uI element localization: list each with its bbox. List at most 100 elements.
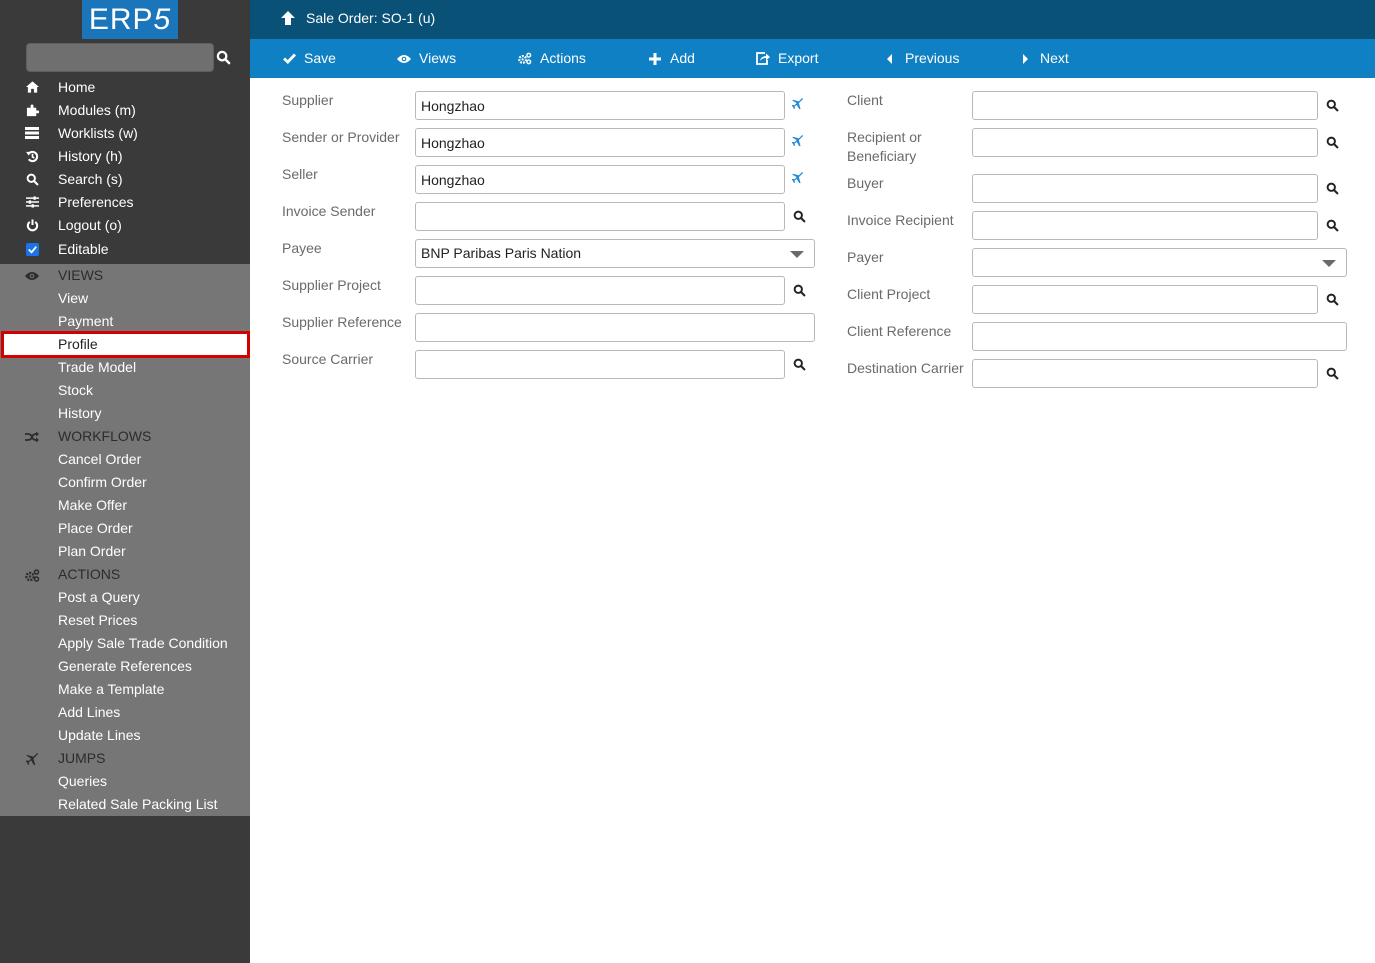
recipient-input[interactable] (972, 128, 1318, 157)
buyer-input[interactable] (972, 174, 1318, 203)
view-label: Stock (58, 382, 94, 398)
recipient-label-line1: Recipient or (847, 129, 922, 145)
client-project-input[interactable] (972, 285, 1318, 314)
previous-button[interactable]: Previous (883, 39, 959, 78)
search-icon[interactable] (792, 283, 806, 297)
sidebar-item-worklists[interactable]: Worklists (w) (0, 122, 250, 145)
sidebar-search-input[interactable] (26, 43, 214, 72)
client-project-label: Client Project (847, 286, 931, 302)
page-title[interactable]: Sale Order: SO-1 (u) (306, 0, 435, 37)
next-label: Next (1040, 50, 1069, 66)
sidebar-item-editable[interactable]: Editable (0, 238, 250, 261)
export-button[interactable]: Export (756, 39, 818, 78)
supplier-input[interactable] (415, 91, 785, 120)
sidebar-item-label: Modules (m) (58, 102, 136, 118)
sidebar-item-history[interactable]: History (h) (0, 145, 250, 168)
logo-text: ERP (88, 3, 154, 36)
payer-label: Payer (847, 249, 884, 265)
action-label: Update Lines (58, 727, 141, 743)
action-item[interactable]: Post a Query (0, 586, 250, 609)
action-item[interactable]: Apply Sale Trade Condition (0, 632, 250, 655)
add-button[interactable]: Add (648, 39, 695, 78)
plane-icon[interactable] (791, 171, 805, 185)
sidebar-item-logout[interactable]: Logout (o) (0, 214, 250, 237)
invoice-sender-input[interactable] (415, 202, 785, 231)
eye-icon (397, 52, 411, 66)
seller-label: Seller (282, 166, 318, 182)
sender-input[interactable] (415, 128, 785, 157)
export-icon (756, 52, 770, 66)
source-carrier-input[interactable] (415, 350, 785, 379)
next-button[interactable]: Next (1018, 39, 1069, 78)
payer-select[interactable] (972, 248, 1347, 277)
search-icon[interactable] (216, 50, 232, 66)
view-item-stock[interactable]: Stock (0, 379, 250, 402)
section-actions: ACTIONS (0, 563, 250, 586)
invoice-recipient-input[interactable] (972, 211, 1318, 240)
sidebar-item-label: Logout (o) (58, 217, 122, 233)
jump-label: Related Sale Packing List (58, 796, 218, 812)
supplier-reference-input[interactable] (415, 313, 815, 342)
search-icon[interactable] (1325, 292, 1339, 306)
jump-item[interactable]: Queries (0, 770, 250, 793)
search-icon[interactable] (1325, 366, 1339, 380)
sidebar-item-home[interactable]: Home (0, 76, 250, 99)
workflow-item[interactable]: Place Order (0, 517, 250, 540)
action-item[interactable]: Generate References (0, 655, 250, 678)
logo-suffix: 5 (153, 3, 172, 36)
workflow-item[interactable]: Cancel Order (0, 448, 250, 471)
view-label: Profile (58, 336, 98, 352)
action-item[interactable]: Update Lines (0, 724, 250, 747)
workflow-label: Confirm Order (58, 474, 147, 490)
search-icon[interactable] (1325, 135, 1339, 149)
plane-icon[interactable] (791, 97, 805, 111)
client-input[interactable] (972, 91, 1318, 120)
invoice-sender-label: Invoice Sender (282, 203, 376, 219)
search-icon[interactable] (1325, 98, 1339, 112)
client-reference-input[interactable] (972, 322, 1347, 351)
search-icon[interactable] (1325, 218, 1339, 232)
destination-carrier-input[interactable] (972, 359, 1318, 388)
supplier-project-input[interactable] (415, 276, 785, 305)
view-item-view[interactable]: View (0, 287, 250, 310)
search-icon (24, 171, 40, 187)
sliders-icon (24, 194, 40, 210)
workflow-item[interactable]: Plan Order (0, 540, 250, 563)
sidebar-item-label: Search (s) (58, 171, 123, 187)
action-item[interactable]: Add Lines (0, 701, 250, 724)
workflow-item[interactable]: Make Offer (0, 494, 250, 517)
section-workflows: WORKFLOWS (0, 425, 250, 448)
view-item-profile[interactable]: Profile (1, 331, 250, 358)
workflow-item[interactable]: Confirm Order (0, 471, 250, 494)
client-label: Client (847, 92, 883, 108)
views-label: Views (419, 50, 457, 66)
view-item-trade-model[interactable]: Trade Model (0, 356, 250, 379)
checkbox-icon[interactable] (24, 241, 40, 257)
jump-item[interactable]: Related Sale Packing List (0, 793, 250, 816)
seller-input[interactable] (415, 165, 785, 194)
sidebar-item-preferences[interactable]: Preferences (0, 191, 250, 214)
view-item-payment[interactable]: Payment (0, 310, 250, 333)
plane-icon[interactable] (791, 134, 805, 148)
sender-label: Sender or Provider (282, 129, 400, 145)
sidebar-item-search[interactable]: Search (s) (0, 168, 250, 191)
erp5-logo[interactable]: ERP5 (82, 0, 178, 39)
save-button[interactable]: Save (282, 39, 336, 78)
arrow-up-icon[interactable] (281, 11, 295, 27)
views-button[interactable]: Views (397, 39, 456, 78)
payee-select[interactable]: BNP Paribas Paris Nation (415, 239, 815, 268)
toolbar: Save Views Actions Add Export Previous N… (250, 39, 1375, 78)
search-icon[interactable] (792, 357, 806, 371)
action-label: Generate References (58, 658, 192, 674)
action-item[interactable]: Reset Prices (0, 609, 250, 632)
puzzle-icon (24, 102, 40, 118)
jump-label: Queries (58, 773, 108, 789)
search-icon[interactable] (792, 209, 806, 223)
actions-button[interactable]: Actions (518, 39, 586, 78)
workflow-label: Cancel Order (58, 451, 142, 467)
action-item[interactable]: Make a Template (0, 678, 250, 701)
search-icon[interactable] (1325, 181, 1339, 195)
sidebar-item-modules[interactable]: Modules (m) (0, 99, 250, 122)
save-label: Save (304, 50, 336, 66)
view-item-history[interactable]: History (0, 402, 250, 425)
